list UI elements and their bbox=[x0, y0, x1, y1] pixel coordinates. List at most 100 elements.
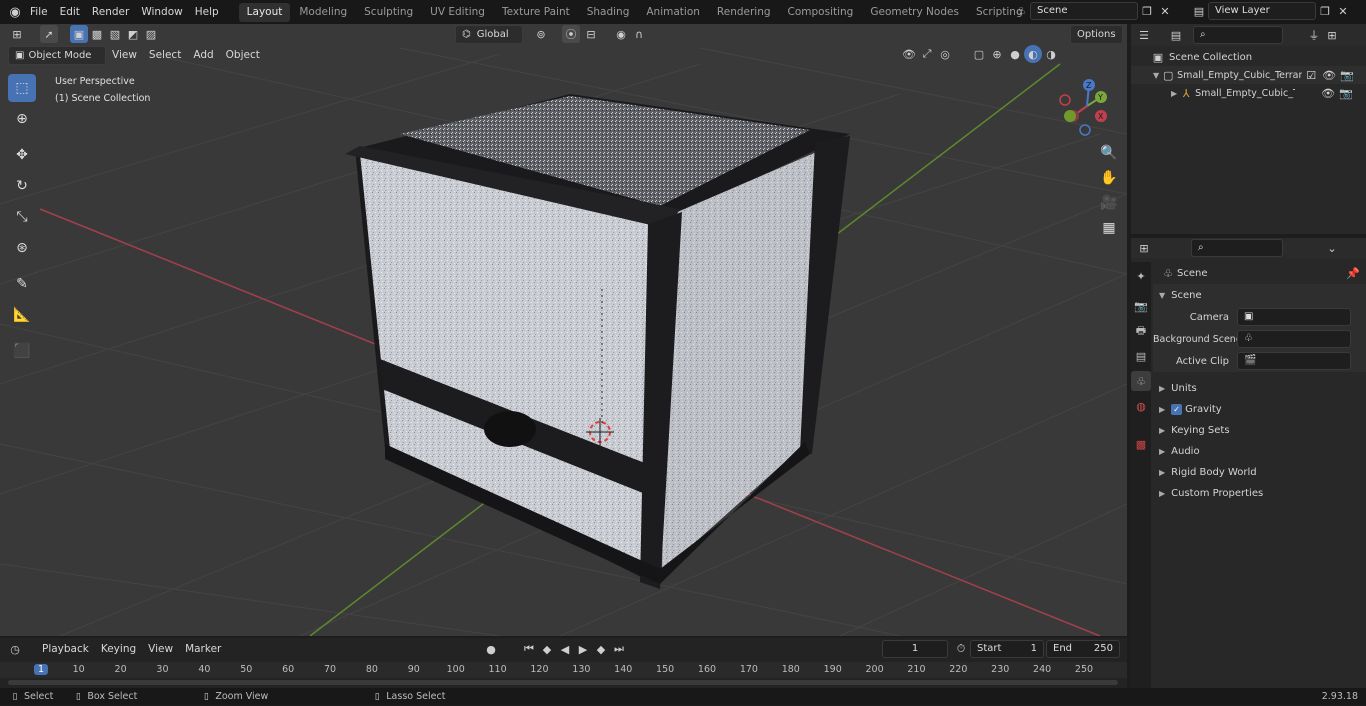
render-camera-icon[interactable]: 📷 bbox=[1338, 66, 1356, 84]
checkbox-icon[interactable]: ☑ bbox=[1302, 66, 1320, 84]
rendered-shading-icon[interactable]: ◑ bbox=[1042, 45, 1060, 63]
menu-render[interactable]: Render bbox=[86, 0, 135, 24]
proportional-edit-icon[interactable]: ◉ bbox=[612, 25, 630, 43]
timeline-menu-marker[interactable]: Marker bbox=[179, 638, 227, 660]
timeline-menu-playback[interactable]: Playback bbox=[36, 638, 95, 660]
current-frame-field[interactable]: 1 bbox=[882, 640, 948, 658]
tab-layout[interactable]: Layout bbox=[238, 2, 291, 22]
close-view-layer-icon[interactable]: ✕ bbox=[1334, 2, 1352, 20]
options-button[interactable]: Options bbox=[1070, 25, 1123, 44]
section-gravity[interactable]: ▶ ✓ Gravity bbox=[1153, 399, 1366, 420]
render-camera-icon[interactable]: 📷 bbox=[1337, 84, 1355, 102]
texture-tab-icon[interactable]: ▩ bbox=[1131, 434, 1151, 454]
select-tool-icon[interactable]: ➚ bbox=[40, 25, 58, 43]
camera-field[interactable]: ▣ bbox=[1237, 308, 1351, 326]
eye-icon[interactable]: 👁 bbox=[1319, 84, 1337, 102]
play-icon[interactable]: ▶ bbox=[574, 640, 592, 658]
viewport-menu-object[interactable]: Object bbox=[220, 45, 266, 65]
close-scene-icon[interactable]: ✕ bbox=[1156, 2, 1174, 20]
outliner-item[interactable]: ▶ ⅄ Small_Empty_Cubic_Terra 👁 📷 bbox=[1131, 84, 1366, 102]
view-layer-tab-icon[interactable]: ▤ bbox=[1131, 346, 1151, 366]
end-frame-field[interactable]: End 250 bbox=[1046, 640, 1120, 658]
timeline-editor-icon[interactable]: ◷ bbox=[6, 640, 24, 658]
tab-compositing[interactable]: Compositing bbox=[780, 3, 862, 22]
copy-view-layer-icon[interactable]: ❐ bbox=[1316, 2, 1334, 20]
properties-options-icon[interactable]: ⌄ bbox=[1323, 239, 1341, 257]
transform-tool-icon[interactable]: ⊛ bbox=[8, 234, 36, 262]
section-rigid-body-world[interactable]: ▶ Rigid Body World bbox=[1153, 462, 1366, 483]
section-custom-properties[interactable]: ▶ Custom Properties bbox=[1153, 483, 1366, 504]
gravity-checkbox[interactable]: ✓ bbox=[1171, 404, 1183, 415]
tab-modeling[interactable]: Modeling bbox=[291, 3, 355, 22]
pivot-icon[interactable]: ⊚ bbox=[532, 25, 550, 43]
filter-icon[interactable]: ⏚ bbox=[1305, 26, 1323, 44]
properties-search[interactable]: ⌕ bbox=[1191, 239, 1283, 257]
stopwatch-icon[interactable]: ⏱ bbox=[952, 640, 970, 658]
tab-texture-paint[interactable]: Texture Paint bbox=[494, 3, 578, 22]
timeline-menu-view[interactable]: View bbox=[142, 638, 179, 660]
start-frame-field[interactable]: Start 1 bbox=[970, 640, 1044, 658]
terrarium-model[interactable] bbox=[345, 94, 850, 589]
gizmo-toggle-icon[interactable]: ⤢ bbox=[918, 45, 936, 63]
mode-selector[interactable]: ▣ Object Mode bbox=[8, 45, 106, 65]
section-units[interactable]: ▶ Units bbox=[1153, 378, 1366, 399]
annotate-tool-icon[interactable]: ✎ bbox=[8, 270, 36, 298]
navigation-gizmo[interactable]: Y Z X bbox=[1055, 74, 1120, 139]
3d-viewport[interactable]: ⊞ ➚ ▣ ▩ ▧ ◩ ▨ ⌬ Global ⊚ ⦿ ⊟ ◉ ∩ Options… bbox=[0, 24, 1127, 636]
frame-ruler[interactable]: 1 10 20 30 40 50 60 70 80 90 100 110 120 130 140 150 160… bbox=[0, 662, 1127, 678]
jump-start-icon[interactable]: ⏮ bbox=[520, 640, 538, 658]
scale-tool-icon[interactable]: ⤡ bbox=[8, 203, 36, 231]
tab-geometry-nodes[interactable]: Geometry Nodes bbox=[862, 3, 967, 22]
camera-view-icon[interactable]: 🎥 bbox=[1098, 192, 1120, 214]
view-layer-field[interactable]: View Layer bbox=[1208, 2, 1316, 20]
overlays-icon[interactable]: ◎ bbox=[936, 45, 954, 63]
prev-keyframe-icon[interactable]: ◆ bbox=[538, 640, 556, 658]
select-mode-intersect-icon[interactable]: ▨ bbox=[142, 25, 160, 43]
add-cube-tool-icon[interactable]: ⬛ bbox=[8, 337, 36, 365]
menu-window[interactable]: Window bbox=[135, 0, 188, 24]
tab-rendering[interactable]: Rendering bbox=[709, 3, 779, 22]
ortho-toggle-icon[interactable]: ▦ bbox=[1098, 217, 1120, 239]
rotate-tool-icon[interactable]: ↻ bbox=[8, 172, 36, 200]
scene-field[interactable]: Scene bbox=[1030, 2, 1138, 20]
wireframe-shading-icon[interactable]: ⊕ bbox=[988, 45, 1006, 63]
outliner-search[interactable]: ⌕ bbox=[1193, 26, 1283, 44]
menu-file[interactable]: File bbox=[24, 0, 54, 24]
pin-icon[interactable]: 📌 bbox=[1344, 264, 1362, 282]
outliner-editor-icon[interactable]: ☰ bbox=[1135, 26, 1153, 44]
material-shading-icon[interactable]: ◐ bbox=[1024, 45, 1042, 63]
pan-hand-icon[interactable]: ✋ bbox=[1098, 167, 1120, 189]
new-collection-icon[interactable]: ⊞ bbox=[1323, 26, 1341, 44]
move-tool-icon[interactable]: ✥ bbox=[8, 141, 36, 169]
viewport-menu-select[interactable]: Select bbox=[143, 45, 187, 65]
copy-scene-icon[interactable]: ❐ bbox=[1138, 2, 1156, 20]
solid-shading-icon[interactable]: ● bbox=[1006, 45, 1024, 63]
render-tab-icon[interactable]: 📷 bbox=[1131, 296, 1151, 316]
eye-icon[interactable]: 👁 bbox=[1320, 66, 1338, 84]
view-layer-icon[interactable]: ▤ bbox=[1190, 2, 1208, 20]
properties-editor-icon[interactable]: ⊞ bbox=[1135, 239, 1153, 257]
jump-end-icon[interactable]: ⏭ bbox=[610, 640, 628, 658]
viewport-menu-add[interactable]: Add bbox=[187, 45, 219, 65]
next-keyframe-icon[interactable]: ◆ bbox=[592, 640, 610, 658]
section-keying-sets[interactable]: ▶ Keying Sets bbox=[1153, 420, 1366, 441]
timeline-menu-keying[interactable]: Keying bbox=[95, 638, 142, 660]
select-mode-subtract-icon[interactable]: ▧ bbox=[106, 25, 124, 43]
select-box-tool-icon[interactable]: ⬚ bbox=[8, 74, 36, 102]
tab-shading[interactable]: Shading bbox=[579, 3, 638, 22]
editor-type-icon[interactable]: ⊞ bbox=[8, 25, 26, 43]
xray-icon[interactable]: ▢ bbox=[970, 45, 988, 63]
outliner-item[interactable]: ▼ ▢ Small_Empty_Cubic_Terrarium ☑ 👁 📷 bbox=[1131, 66, 1366, 84]
tool-tab-icon[interactable]: ✦ bbox=[1131, 266, 1151, 286]
cursor-tool-icon[interactable]: ⊕ bbox=[8, 105, 36, 133]
visibility-icon[interactable]: 👁 bbox=[900, 45, 918, 63]
section-audio[interactable]: ▶ Audio bbox=[1153, 441, 1366, 462]
select-mode-extend-icon[interactable]: ▩ bbox=[88, 25, 106, 43]
menu-help[interactable]: Help bbox=[189, 0, 225, 24]
blender-logo-icon[interactable]: ◉ bbox=[6, 3, 24, 21]
display-mode-icon[interactable]: ▤ bbox=[1167, 26, 1185, 44]
scene-panel-header[interactable]: ▼ Scene bbox=[1153, 284, 1366, 306]
timeline-scrollbar[interactable] bbox=[8, 680, 1118, 685]
zoom-icon[interactable]: 🔍 bbox=[1098, 142, 1120, 164]
measure-tool-icon[interactable]: 📐 bbox=[8, 301, 36, 329]
